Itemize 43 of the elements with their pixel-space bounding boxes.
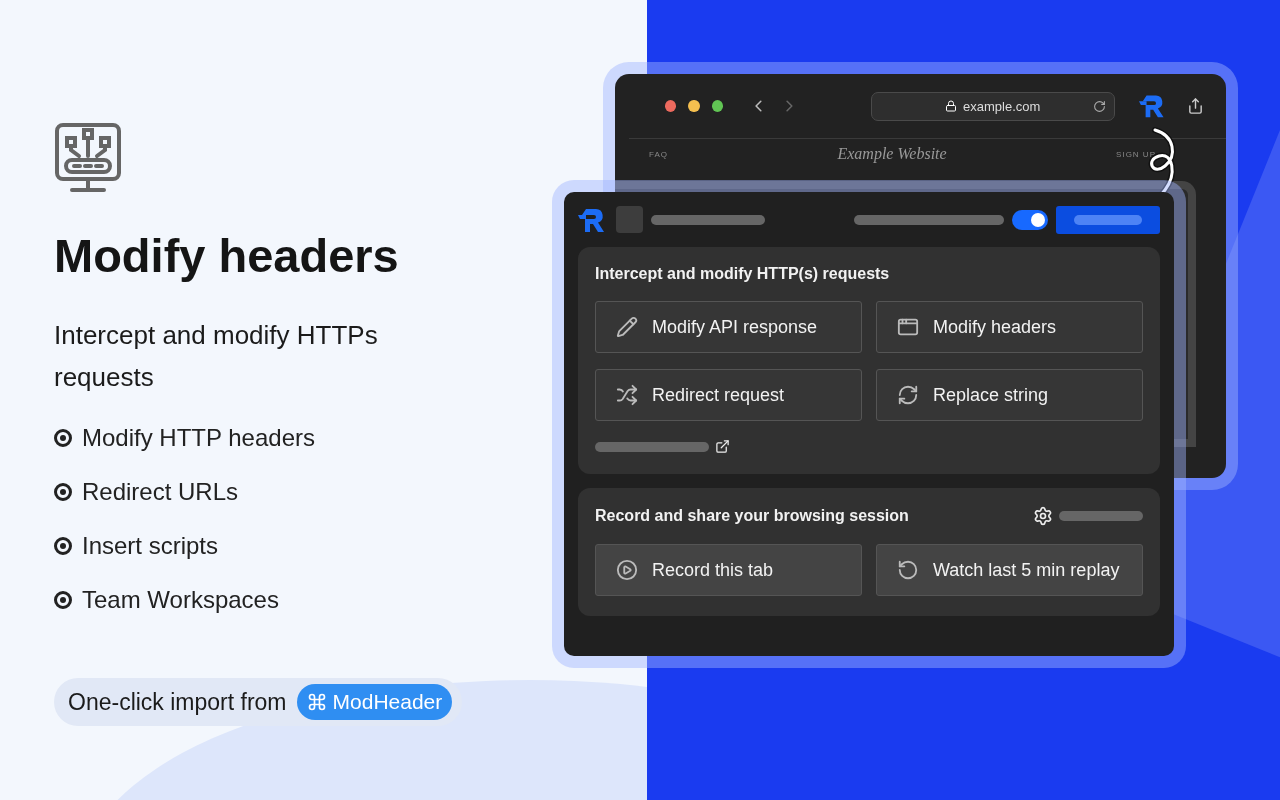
feature-text: Team Workspaces: [82, 588, 279, 613]
action-button[interactable]: Modify API response: [595, 301, 862, 353]
bullet-icon: [54, 591, 72, 610]
refresh-icon: [897, 384, 919, 406]
site-title: Example Website: [837, 145, 947, 163]
share-icon[interactable]: [1187, 97, 1204, 115]
feature-text: Modify HTTP headers: [82, 426, 315, 451]
window-icon: [897, 316, 919, 338]
action-button[interactable]: Record this tab: [595, 544, 862, 596]
site-nav-link[interactable]: SIGN UP: [1116, 149, 1156, 159]
hero-title: Modify headers: [54, 228, 399, 284]
site-nav-link[interactable]: FAQ: [649, 149, 668, 159]
bullet-icon: [54, 429, 72, 448]
close-dot-icon: [665, 100, 677, 112]
address-bar[interactable]: example.com: [870, 91, 1115, 121]
bullet-icon: [54, 483, 72, 502]
modheader-badge: ModHeader: [296, 684, 453, 721]
command-icon: [306, 692, 327, 713]
primary-button[interactable]: [1056, 205, 1160, 234]
hero-subtitle: Intercept and modify HTTPs requests: [54, 319, 379, 395]
maximize-dot-icon: [711, 100, 724, 112]
play-icon: [616, 559, 638, 581]
pencil-icon: [616, 316, 638, 338]
section-title: Intercept and modify HTTP(s) requests: [595, 265, 890, 283]
external-link-icon[interactable]: [715, 439, 730, 454]
history-icon: [897, 559, 919, 581]
feature-text: Insert scripts: [82, 534, 219, 559]
feature-text: Redirect URLs: [82, 480, 239, 505]
action-button[interactable]: Replace string: [876, 369, 1143, 421]
bullet-icon: [54, 537, 72, 556]
shuffle-icon: [616, 384, 638, 406]
action-button[interactable]: Modify headers: [876, 301, 1143, 353]
network-device-icon: [54, 122, 122, 194]
reload-icon[interactable]: [1092, 99, 1106, 113]
section-title: Record and share your browsing session: [595, 507, 909, 525]
import-label: One-click import from: [68, 688, 287, 716]
settings-icon[interactable]: [1033, 506, 1053, 526]
minimize-dot-icon: [688, 100, 700, 112]
lock-icon: [945, 100, 958, 112]
toggle-switch[interactable]: [1012, 209, 1048, 230]
action-button[interactable]: Watch last 5 min replay: [876, 544, 1143, 596]
action-button[interactable]: Redirect request: [595, 369, 862, 421]
avatar-placeholder: [616, 206, 643, 233]
